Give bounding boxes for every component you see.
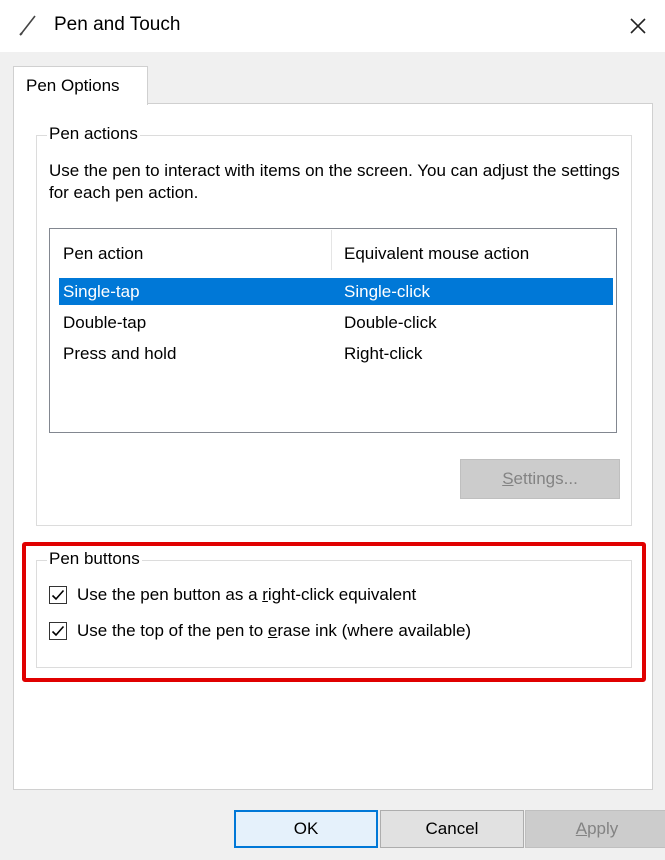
settings-button[interactable]: Settings... <box>460 459 620 499</box>
pen-buttons-group-title: Pen buttons <box>47 549 142 569</box>
list-item[interactable]: Single-tap Single-click <box>59 278 613 305</box>
column-header-pen-action[interactable]: Pen action <box>63 244 143 264</box>
right-click-checkbox[interactable] <box>49 586 67 604</box>
checkmark-icon <box>51 625 65 637</box>
pen-actions-group-title: Pen actions <box>47 124 140 144</box>
right-click-checkbox-label[interactable]: Use the pen button as a right-click equi… <box>77 585 416 605</box>
mouse-action-cell: Right-click <box>344 344 423 363</box>
window-title: Pen and Touch <box>54 14 181 35</box>
close-button[interactable] <box>618 8 658 44</box>
pen-action-cell: Double-tap <box>63 313 147 332</box>
mouse-action-cell: Double-click <box>344 313 437 332</box>
tab-label: Pen Options <box>26 76 120 95</box>
ok-button-label: OK <box>293 819 319 838</box>
ok-button[interactable]: OK <box>234 810 378 848</box>
settings-button-label: Settings... <box>502 469 578 488</box>
pen-buttons-group <box>36 560 632 668</box>
column-header-mouse-action[interactable]: Equivalent mouse action <box>344 244 529 264</box>
pen-action-cell: Press and hold <box>63 344 177 363</box>
pen-icon <box>19 15 36 36</box>
pen-action-cell: Single-tap <box>63 282 140 301</box>
apply-button-label: Apply <box>575 819 619 838</box>
list-item[interactable]: Press and hold Right-click <box>59 340 613 367</box>
close-icon <box>630 18 646 34</box>
list-item[interactable]: Double-tap Double-click <box>59 309 613 336</box>
checkmark-icon <box>51 589 65 601</box>
erase-ink-checkbox[interactable] <box>49 622 67 640</box>
column-separator[interactable] <box>331 230 332 270</box>
cancel-button-label: Cancel <box>425 819 479 838</box>
erase-ink-checkbox-label[interactable]: Use the top of the pen to erase ink (whe… <box>77 621 471 641</box>
mouse-action-cell: Single-click <box>344 282 430 301</box>
apply-button[interactable]: Apply <box>525 810 665 848</box>
tab-pen-options[interactable]: Pen Options <box>13 66 148 105</box>
pen-actions-description: Use the pen to interact with items on th… <box>49 161 620 202</box>
cancel-button[interactable]: Cancel <box>380 810 524 848</box>
